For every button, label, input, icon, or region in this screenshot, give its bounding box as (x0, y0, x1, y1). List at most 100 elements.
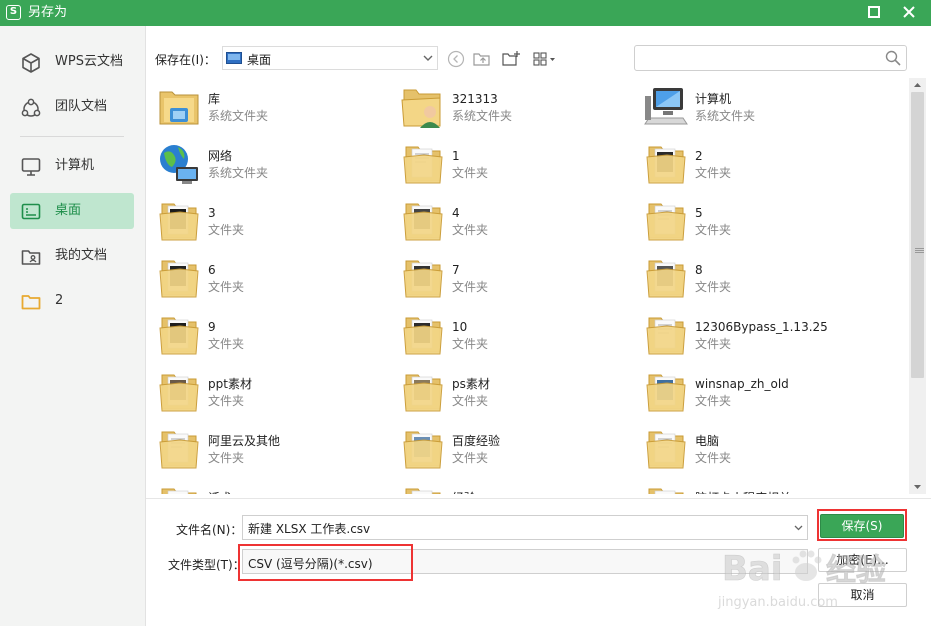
folder-icon (400, 198, 446, 244)
scroll-up-icon[interactable] (909, 78, 926, 92)
new-folder-icon[interactable] (501, 49, 521, 69)
file-type: 文件夹 (452, 394, 489, 408)
desktop-icon (21, 203, 41, 220)
location-dropdown[interactable]: 桌面 (222, 46, 438, 70)
file-name: 话术 (208, 491, 232, 494)
file-item[interactable]: 阿里云及其他 文件夹 (150, 422, 390, 476)
folder-icon (643, 255, 689, 301)
file-item[interactable]: 8 文件夹 (637, 251, 877, 305)
file-name: 脑灯卡小程序相关 (695, 491, 791, 494)
file-item[interactable]: 10 文件夹 (394, 308, 634, 362)
file-item[interactable]: winsnap_zh_old 文件夹 (637, 365, 877, 419)
user-folder-icon (21, 250, 41, 265)
filename-value[interactable]: 新建 XLSX 工作表.csv (248, 520, 370, 537)
file-name: 百度经验 (452, 434, 501, 448)
chevron-down-icon[interactable] (793, 522, 804, 533)
file-type: 文件夹 (208, 394, 245, 408)
file-item[interactable]: ppt素材文件夹 (150, 365, 390, 419)
file-item[interactable]: 电脑 文件夹 (637, 422, 877, 476)
chevron-down-icon (423, 55, 433, 61)
file-type: 文件夹 (208, 280, 245, 294)
sidebar-item-wps-cloud[interactable]: WPS云文档 (10, 44, 134, 80)
file-item[interactable]: ps素材 文件夹 (394, 365, 634, 419)
file-item[interactable]: 库系统文件夹 (150, 80, 390, 134)
file-item[interactable]: 经验 (394, 479, 634, 494)
file-item[interactable]: 脑灯卡小程序相关 (637, 479, 877, 494)
file-type: 系统文件夹 (208, 109, 269, 123)
file-type: 文件夹 (452, 223, 489, 237)
filetype-highlight-box (238, 544, 413, 581)
file-name: 经验 (452, 491, 476, 494)
view-grid-icon[interactable] (532, 49, 562, 69)
file-item[interactable]: 9 文件夹 (150, 308, 390, 362)
library-icon (156, 84, 202, 130)
file-item[interactable]: 12306Bypass_1.13.25 文件夹 (637, 308, 877, 362)
filename-label: 文件名(N)： (176, 523, 243, 537)
save-in-label: 保存在(I)： (155, 53, 216, 67)
file-type: 文件夹 (695, 280, 732, 294)
maximize-icon[interactable] (867, 5, 881, 19)
file-name: 库 (208, 92, 221, 106)
scroll-down-icon[interactable] (909, 480, 926, 494)
filetype-label: 文件类型(T)： (168, 558, 245, 572)
sidebar-item-team-docs[interactable]: 团队文档 (10, 89, 134, 125)
sidebar-item-label: 桌面 (55, 203, 82, 218)
desktop-icon (226, 52, 242, 64)
search-icon[interactable] (885, 50, 901, 66)
file-item[interactable]: 6 文件夹 (150, 251, 390, 305)
file-item[interactable]: 4 文件夹 (394, 194, 634, 248)
file-type: 文件夹 (452, 280, 489, 294)
sidebar-item-folder-2[interactable]: 2 (10, 283, 134, 319)
location-value: 桌面 (247, 53, 272, 67)
folder-icon (643, 483, 689, 494)
file-name: 网络 (208, 149, 233, 163)
user-folder-icon (400, 84, 446, 130)
file-type: 系统文件夹 (452, 109, 513, 123)
sidebar-item-desktop[interactable]: 桌面 (10, 193, 134, 229)
file-type: 文件夹 (695, 451, 732, 465)
folder-icon (643, 141, 689, 187)
sidebar: WPS云文档 团队文档 计算机 桌面 我的文档 2 (0, 26, 146, 626)
file-name: 9 (208, 320, 216, 334)
folder-icon (156, 198, 202, 244)
file-item[interactable]: 网络 系统文件夹 (150, 137, 390, 191)
window-title: 另存为 (28, 5, 68, 20)
back-icon[interactable] (446, 49, 466, 69)
file-name: 12306Bypass_1.13.25 (695, 320, 828, 334)
cloud-cube-icon (22, 53, 40, 73)
file-item[interactable]: 2 文件夹 (637, 137, 877, 191)
sidebar-divider (20, 136, 124, 137)
close-icon[interactable] (900, 3, 918, 21)
sidebar-item-label: 2 (55, 293, 64, 308)
file-item[interactable]: 7 文件夹 (394, 251, 634, 305)
sidebar-item-computer[interactable]: 计算机 (10, 148, 134, 184)
folder-icon (400, 369, 446, 415)
folder-icon (643, 312, 689, 358)
folder-icon (400, 483, 446, 494)
file-item[interactable]: 话术 (150, 479, 390, 494)
wps-logo-icon: S (6, 5, 21, 20)
scroll-thumb[interactable] (911, 92, 924, 378)
file-name: 2 (695, 149, 703, 163)
network-globe-icon (156, 141, 202, 187)
file-item[interactable]: 计算机 系统文件夹 (637, 80, 877, 134)
file-type: 文件夹 (208, 223, 245, 237)
up-folder-icon[interactable] (472, 49, 492, 69)
folder-icon (156, 483, 202, 494)
team-icon (21, 98, 41, 117)
baidu-watermark-logo: Bai 经验 jingyan.baidu.com (717, 549, 886, 610)
file-type: 文件夹 (208, 451, 245, 465)
file-name: 3 (208, 206, 216, 220)
sidebar-item-my-documents[interactable]: 我的文档 (10, 238, 134, 274)
vertical-scrollbar[interactable] (909, 78, 926, 494)
file-item[interactable]: 321313 系统文件夹 (394, 80, 634, 134)
file-item[interactable]: 5 文件夹 (637, 194, 877, 248)
file-item[interactable]: 3 文件夹 (150, 194, 390, 248)
sidebar-item-label: 我的文档 (55, 248, 108, 263)
file-name: 7 (452, 263, 460, 277)
file-name: ppt素材 (208, 377, 252, 391)
file-type: 文件夹 (695, 166, 732, 180)
file-item[interactable]: 百度经验 文件夹 (394, 422, 634, 476)
search-input[interactable] (634, 45, 907, 71)
file-item[interactable]: 1 文件夹 (394, 137, 634, 191)
